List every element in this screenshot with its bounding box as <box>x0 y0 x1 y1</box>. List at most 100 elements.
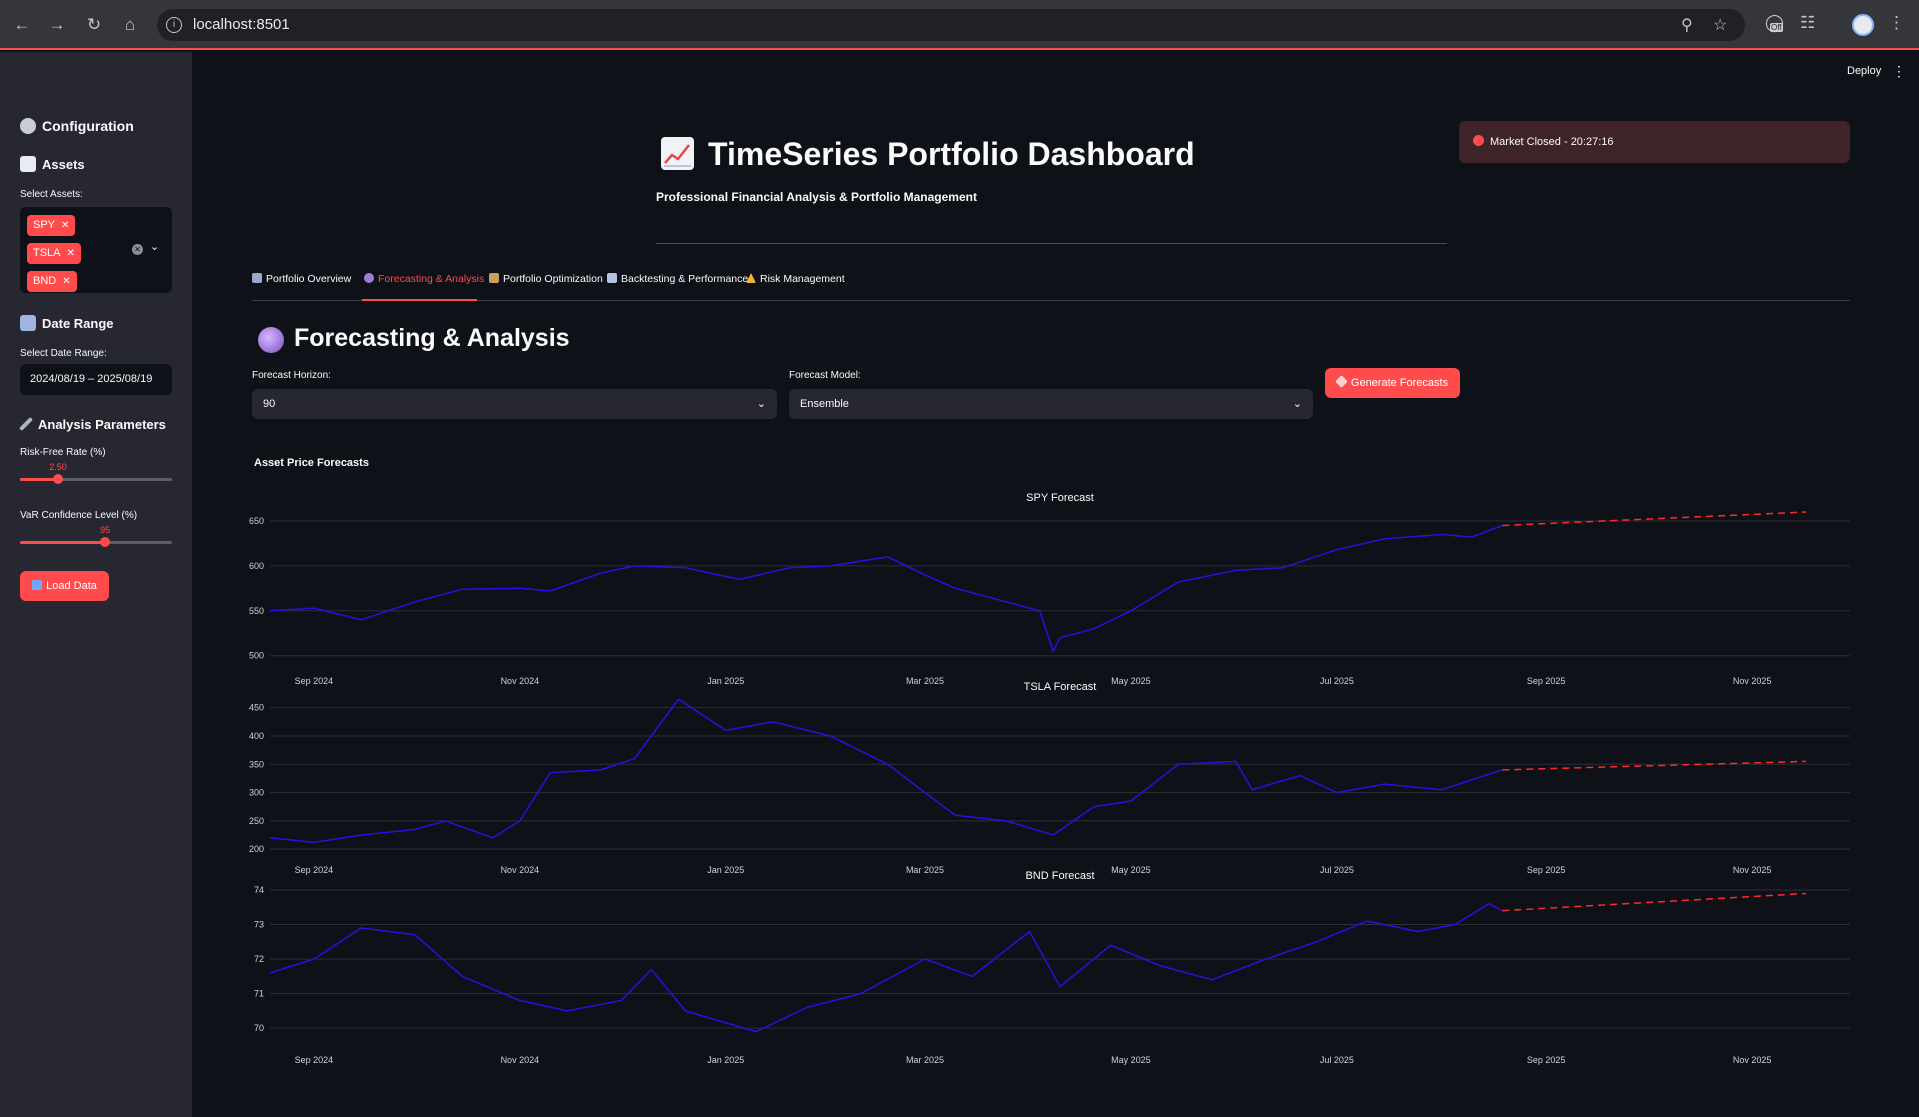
forecast-charts: SPY Forecast 500 550 600 650 Sep 2024 Nov 2024… <box>249 492 1850 1065</box>
x-tick-label: Sep 2024 <box>295 676 334 686</box>
sidebar: Configuration Assets Select Assets: SPY ✕… <box>0 52 192 1117</box>
browser-menu-icon[interactable]: ⋮ <box>1888 13 1905 33</box>
chart-title: SPY Forecast <box>1026 492 1094 504</box>
x-tick-label: Mar 2025 <box>906 1055 944 1065</box>
profile-avatar[interactable] <box>1852 14 1874 36</box>
x-tick-label: Mar 2025 <box>906 865 944 875</box>
forecast-line <box>1502 760 1807 771</box>
history-line <box>269 903 1503 1033</box>
y-tick-label: 250 <box>249 816 264 826</box>
y-tick-label: 70 <box>254 1023 264 1033</box>
zoom-icon[interactable]: ⚲ <box>1681 15 1693 35</box>
y-tick-label: 300 <box>249 788 264 798</box>
analysis-title: Analysis Parameters <box>38 417 166 432</box>
x-tick-label: Nov 2025 <box>1733 865 1772 875</box>
assets-heading: Assets <box>20 156 85 172</box>
refresh-icon <box>32 580 43 590</box>
chart-title: BND Forecast <box>1025 870 1094 882</box>
forward-icon[interactable]: → <box>45 13 69 37</box>
config-heading: Configuration <box>20 118 134 134</box>
chip-label: BND <box>33 275 57 287</box>
x-tick-label: Jan 2025 <box>707 676 744 686</box>
y-tick-label: 450 <box>249 703 264 713</box>
slider-thumb[interactable] <box>100 537 111 547</box>
bookmark-star-icon[interactable]: ☆ <box>1713 15 1727 35</box>
slider-value: 2.50 <box>49 462 67 472</box>
asset-chip-tsla[interactable]: TSLA ✕ <box>27 243 81 264</box>
chip-label: SPY <box>33 219 56 231</box>
x-tick-label: Nov 2025 <box>1733 1055 1772 1065</box>
x-tick-label: Jan 2025 <box>707 865 744 875</box>
chip-label: TSLA <box>33 247 61 259</box>
date-range-heading: Date Range <box>20 315 114 331</box>
main-content: Deploy ⋮ TimeSeries Portfolio Dashboard … <box>192 52 1919 1117</box>
x-tick-label: Nov 2024 <box>501 676 540 686</box>
x-tick-label: Nov 2024 <box>501 865 540 875</box>
calendar-icon <box>20 315 36 331</box>
load-data-label: Load Data <box>46 580 97 592</box>
asset-chip-bnd[interactable]: BND ✕ <box>27 271 77 292</box>
home-icon[interactable]: ⌂ <box>118 13 142 37</box>
date-range-input[interactable]: 2024/08/19 – 2025/08/19 <box>20 364 172 395</box>
y-tick-label: 71 <box>254 989 264 999</box>
y-tick-label: 74 <box>254 885 264 895</box>
forecast-line <box>1502 511 1807 527</box>
gear-icon <box>20 118 36 134</box>
history-line <box>269 524 1503 652</box>
select-assets-label: Select Assets: <box>20 189 83 200</box>
remove-chip-icon[interactable]: ✕ <box>67 248 75 259</box>
x-tick-label: Sep 2025 <box>1527 865 1566 875</box>
x-tick-label: Sep 2024 <box>295 865 334 875</box>
y-tick-label: 72 <box>254 954 264 964</box>
slider-thumb[interactable] <box>53 474 63 484</box>
address-bar[interactable]: i localhost:8501 ⚲ ☆ <box>157 9 1745 41</box>
x-tick-label: Jul 2025 <box>1320 1055 1354 1065</box>
back-icon[interactable]: ← <box>10 13 34 37</box>
analysis-heading: Analysis Parameters <box>18 416 166 432</box>
ext-badge: Off <box>1770 23 1783 32</box>
x-tick-label: May 2025 <box>1111 1055 1151 1065</box>
slider-fill <box>20 541 106 544</box>
extension-off-icon[interactable]: ◯Off <box>1765 13 1784 33</box>
assets-title: Assets <box>42 157 85 172</box>
y-tick-label: 500 <box>249 651 264 661</box>
x-tick-label: Sep 2025 <box>1527 676 1566 686</box>
assets-multiselect[interactable]: SPY ✕ TSLA ✕ BND ✕ ✕ ⌄ <box>20 207 172 293</box>
x-tick-label: Sep 2025 <box>1527 1055 1566 1065</box>
asset-chip-spy[interactable]: SPY ✕ <box>27 215 76 236</box>
y-tick-label: 200 <box>249 844 264 854</box>
load-data-button[interactable]: Load Data <box>20 571 109 601</box>
clear-all-icon[interactable]: ✕ <box>132 244 143 255</box>
x-tick-label: Nov 2024 <box>501 1055 540 1065</box>
chart-up-icon <box>20 156 36 172</box>
risk-free-slider[interactable]: 2.50 <box>20 462 172 484</box>
wrench-icon <box>18 416 34 432</box>
x-tick-label: Mar 2025 <box>906 676 944 686</box>
x-tick-label: Jul 2025 <box>1320 676 1354 686</box>
x-tick-label: Jan 2025 <box>707 1055 744 1065</box>
y-tick-label: 600 <box>249 561 264 571</box>
y-tick-label: 400 <box>249 731 264 741</box>
reload-icon[interactable]: ↻ <box>82 13 106 37</box>
x-tick-label: Sep 2024 <box>295 1055 334 1065</box>
y-tick-label: 650 <box>249 516 264 526</box>
date-range-label: Select Date Range: <box>20 348 107 359</box>
date-range-title: Date Range <box>42 316 114 331</box>
config-title: Configuration <box>42 118 134 134</box>
x-tick-label: Jul 2025 <box>1320 865 1354 875</box>
forecast-line <box>1502 892 1807 912</box>
y-tick-label: 73 <box>254 920 264 930</box>
chart-title: TSLA Forecast <box>1024 681 1097 693</box>
var-slider[interactable]: 95 <box>20 525 172 547</box>
site-info-icon[interactable]: i <box>166 17 182 33</box>
extensions-puzzle-icon[interactable]: ☷ <box>1800 13 1815 33</box>
var-label: VaR Confidence Level (%) <box>20 510 138 521</box>
risk-free-label: Risk-Free Rate (%) <box>20 447 106 458</box>
url-text: localhost:8501 <box>193 16 290 33</box>
remove-chip-icon[interactable]: ✕ <box>61 220 69 231</box>
x-tick-label: Nov 2025 <box>1733 676 1772 686</box>
browser-toolbar: ← → ↻ ⌂ i localhost:8501 ⚲ ☆ ◯Off ☷ ⋮ <box>0 0 1919 50</box>
chevron-down-icon[interactable]: ⌄ <box>150 240 159 253</box>
y-tick-label: 350 <box>249 759 264 769</box>
remove-chip-icon[interactable]: ✕ <box>62 276 70 287</box>
